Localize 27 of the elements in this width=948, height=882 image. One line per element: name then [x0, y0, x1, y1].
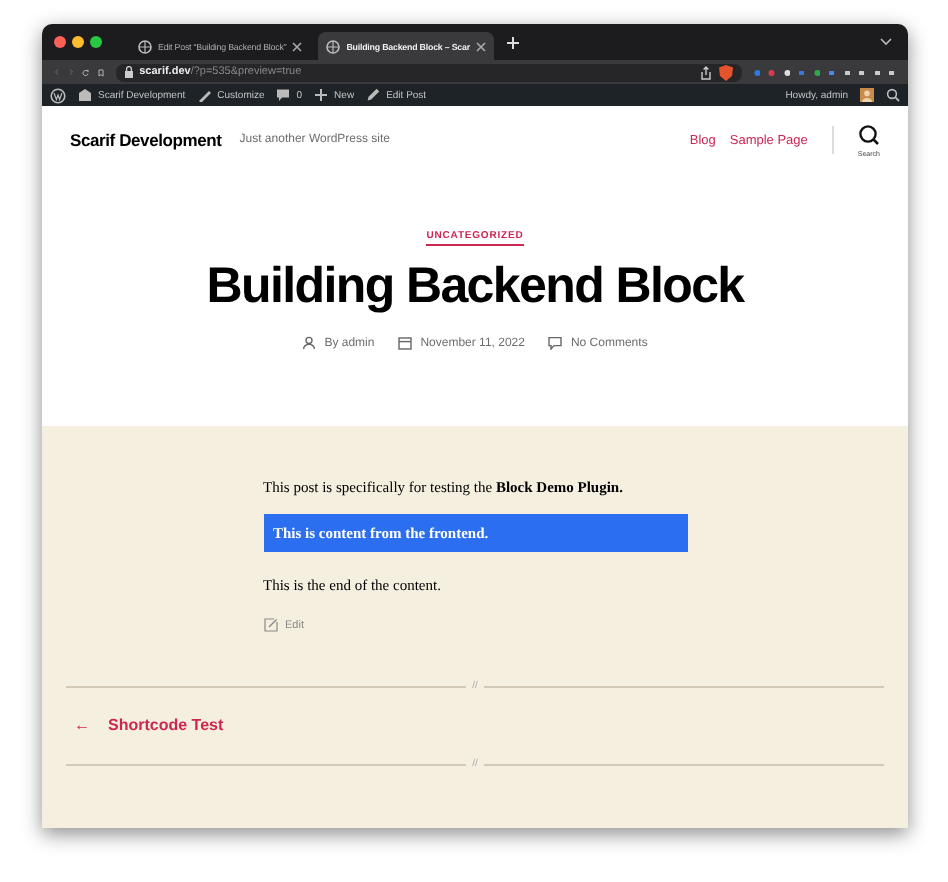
lock-icon	[123, 66, 134, 78]
plus-icon	[314, 88, 329, 102]
search-icon[interactable]	[886, 88, 900, 102]
plus-icon[interactable]	[505, 35, 520, 49]
close-icon[interactable]	[475, 41, 486, 51]
shield-icon[interactable]	[717, 63, 734, 81]
calendar-icon	[398, 336, 413, 350]
post-title: Building Backend Block	[206, 262, 744, 312]
wordpress-logo-icon[interactable]	[50, 87, 66, 103]
comment-icon	[548, 336, 563, 350]
globe-icon	[138, 39, 152, 53]
reload-icon[interactable]	[82, 65, 90, 79]
home-icon	[78, 88, 92, 102]
comment-icon	[276, 88, 291, 102]
pencil-icon	[263, 618, 277, 632]
share-icon[interactable]	[699, 65, 712, 79]
close-icon[interactable]	[54, 36, 66, 48]
previous-post-link[interactable]: ← Shortcode Test	[74, 716, 884, 734]
site-title[interactable]: Scarif Development	[70, 130, 222, 150]
pencil-icon	[366, 88, 381, 102]
maximize-icon[interactable]	[90, 36, 102, 48]
globe-icon	[326, 39, 341, 53]
search-icon	[857, 123, 880, 145]
chevron-down-icon[interactable]	[880, 38, 892, 46]
person-icon	[302, 336, 317, 350]
close-icon[interactable]	[292, 41, 303, 51]
minimize-icon[interactable]	[72, 36, 84, 48]
